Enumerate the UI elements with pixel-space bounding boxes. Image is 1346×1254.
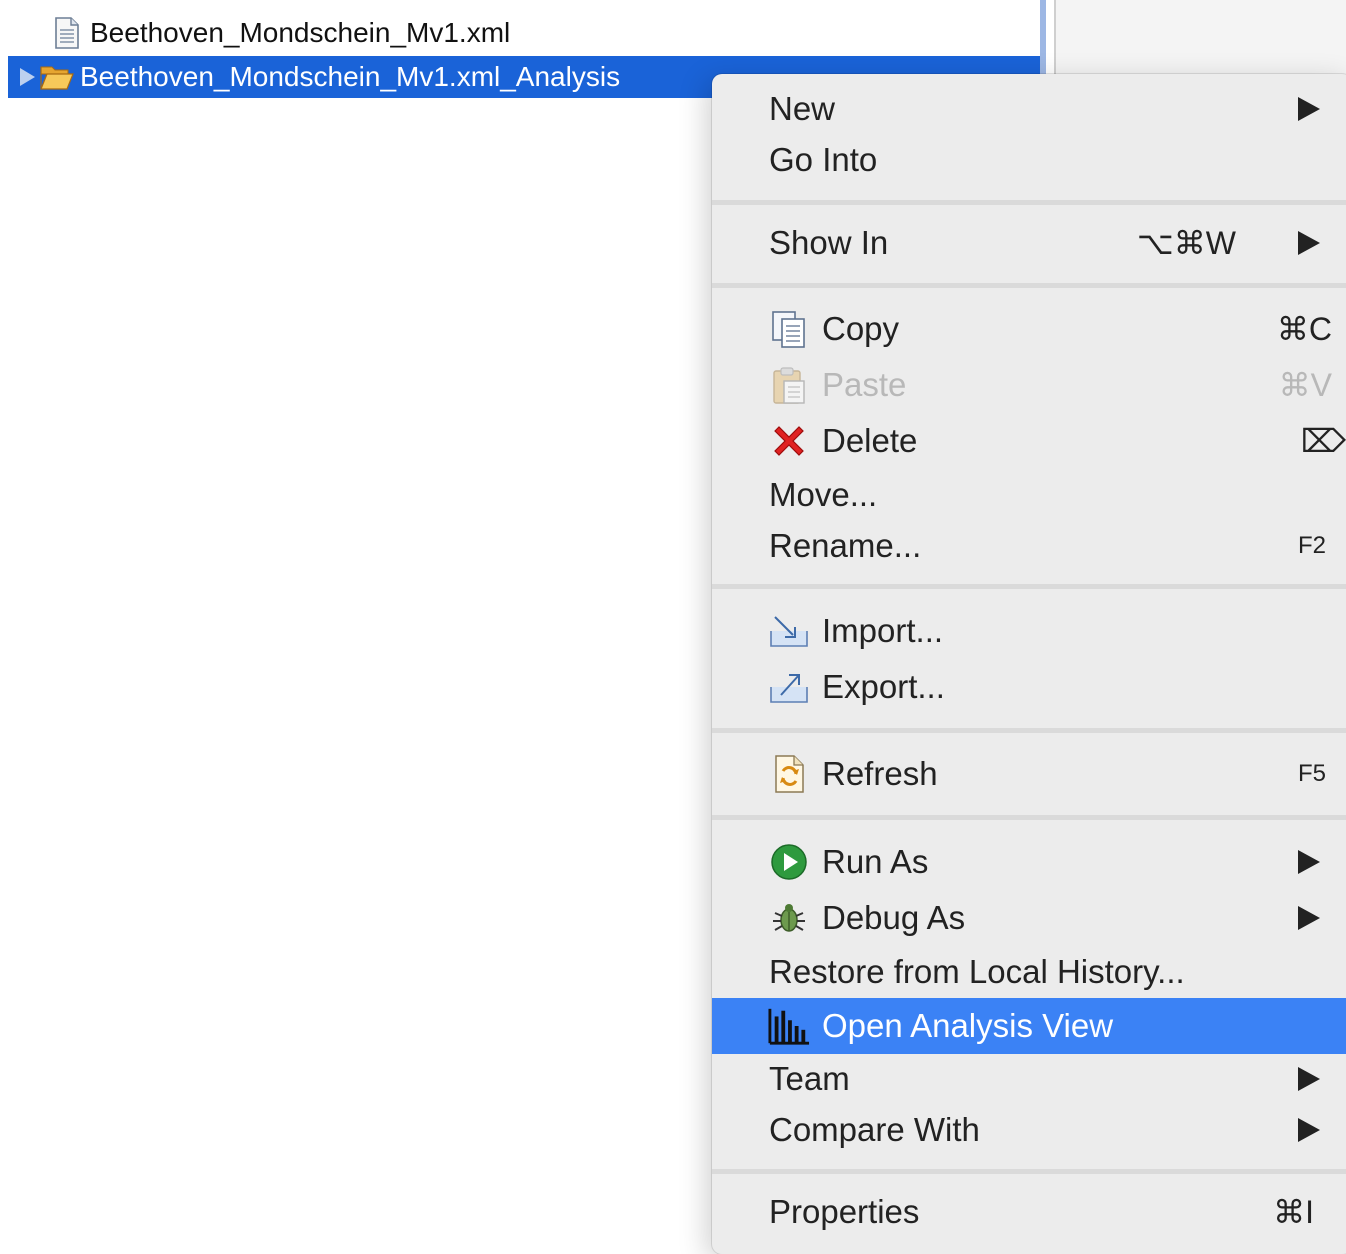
menu-item-export[interactable]: Export... bbox=[712, 661, 1346, 713]
menu-item-compare-with[interactable]: Compare With bbox=[712, 1104, 1346, 1156]
submenu-arrow-icon bbox=[1298, 231, 1320, 255]
menu-item-label: Export... bbox=[822, 668, 945, 705]
tree-item-xml-file[interactable]: Beethoven_Mondschein_Mv1.xml bbox=[0, 12, 1040, 54]
menu-item-label: Rename... bbox=[769, 527, 922, 564]
menu-separator bbox=[712, 1169, 1346, 1174]
menu-item-import[interactable]: Import... bbox=[712, 605, 1346, 657]
menu-item-open-analysis-view[interactable]: Open Analysis View bbox=[712, 998, 1346, 1054]
menu-separator bbox=[712, 815, 1346, 820]
menu-item-label: Move... bbox=[769, 476, 878, 513]
submenu-arrow-icon bbox=[1298, 906, 1320, 930]
menu-separator bbox=[712, 728, 1346, 733]
menu-shortcut: ⌘C bbox=[1276, 311, 1332, 347]
menu-item-delete[interactable]: Delete ⌦ bbox=[712, 415, 1346, 467]
menu-item-label: Copy bbox=[822, 310, 900, 347]
copy-icon bbox=[768, 308, 810, 350]
menu-item-label: Import... bbox=[822, 612, 944, 649]
refresh-icon bbox=[768, 753, 810, 795]
adjacent-pane bbox=[1056, 0, 1346, 80]
import-icon bbox=[768, 610, 810, 652]
menu-item-label: Properties bbox=[769, 1193, 920, 1230]
bar-chart-icon bbox=[768, 1005, 810, 1047]
submenu-arrow-icon bbox=[1298, 850, 1320, 874]
menu-item-move[interactable]: Move... bbox=[712, 469, 1346, 521]
menu-shortcut: F2 bbox=[1297, 532, 1326, 559]
menu-item-paste[interactable]: Paste ⌘V bbox=[712, 359, 1346, 411]
menu-item-refresh[interactable]: Refresh F5 bbox=[712, 748, 1346, 800]
menu-shortcut: ⌘I bbox=[1273, 1194, 1314, 1230]
tree-item-label: Beethoven_Mondschein_Mv1.xml_Analysis bbox=[80, 61, 621, 92]
menu-item-label: Show In bbox=[769, 224, 889, 261]
context-menu: New Go Into Show In ⌥⌘W Copy ⌘C Paste ⌘V… bbox=[712, 74, 1346, 1254]
menu-item-properties[interactable]: Properties ⌘I bbox=[712, 1186, 1346, 1238]
menu-shortcut: ⌥⌘W bbox=[1136, 225, 1236, 261]
menu-item-label: Run As bbox=[822, 843, 929, 880]
menu-item-rename[interactable]: Rename... F2 bbox=[712, 520, 1346, 572]
run-icon bbox=[768, 841, 810, 883]
menu-separator bbox=[712, 584, 1346, 589]
menu-shortcut: F5 bbox=[1297, 760, 1326, 787]
menu-item-team[interactable]: Team bbox=[712, 1053, 1346, 1105]
menu-item-label: New bbox=[769, 90, 836, 127]
menu-shortcut: ⌦ bbox=[1300, 423, 1346, 459]
view-splitter[interactable] bbox=[1040, 0, 1046, 80]
menu-separator bbox=[712, 283, 1346, 288]
folder-open-icon bbox=[40, 60, 74, 94]
menu-item-label: Compare With bbox=[769, 1111, 980, 1148]
submenu-arrow-icon bbox=[1298, 97, 1320, 121]
menu-item-label: Debug As bbox=[822, 899, 966, 936]
menu-item-label: Refresh bbox=[822, 755, 938, 792]
tree-item-label: Beethoven_Mondschein_Mv1.xml bbox=[90, 17, 511, 48]
menu-item-label: Team bbox=[769, 1060, 850, 1097]
menu-item-debug-as[interactable]: Debug As bbox=[712, 892, 1346, 944]
menu-item-label: Paste bbox=[822, 366, 907, 403]
menu-shortcut: ⌘V bbox=[1278, 367, 1332, 403]
debug-icon bbox=[768, 897, 810, 939]
submenu-arrow-icon bbox=[1298, 1118, 1320, 1142]
menu-item-label: Open Analysis View bbox=[822, 1007, 1114, 1044]
menu-item-restore-local-history[interactable]: Restore from Local History... bbox=[712, 946, 1346, 998]
menu-separator bbox=[712, 200, 1346, 205]
document-icon bbox=[50, 16, 84, 50]
menu-item-show-in[interactable]: Show In ⌥⌘W bbox=[712, 217, 1346, 269]
menu-item-new[interactable]: New bbox=[712, 83, 1346, 135]
menu-item-go-into[interactable]: Go Into bbox=[712, 134, 1346, 186]
menu-item-run-as[interactable]: Run As bbox=[712, 836, 1346, 888]
submenu-arrow-icon bbox=[1298, 1067, 1320, 1091]
menu-item-label: Go Into bbox=[769, 141, 878, 178]
menu-item-copy[interactable]: Copy ⌘C bbox=[712, 303, 1346, 355]
export-icon bbox=[768, 666, 810, 708]
expand-arrow-icon[interactable] bbox=[14, 56, 40, 98]
delete-icon bbox=[768, 420, 810, 462]
menu-item-label: Restore from Local History... bbox=[769, 953, 1185, 990]
paste-icon bbox=[768, 364, 810, 406]
menu-item-label: Delete bbox=[822, 422, 918, 459]
